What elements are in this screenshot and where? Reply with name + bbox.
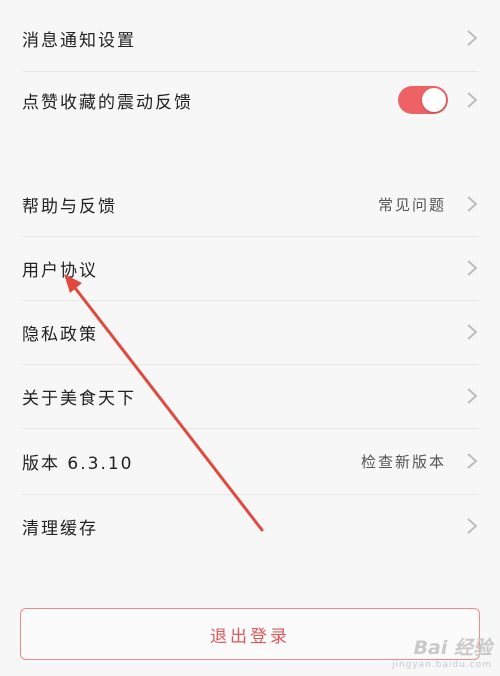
chevron-right-icon [467,196,478,212]
settings-item-label: 帮助与反馈 [22,196,117,217]
watermark: Bai 经验 jingyan.baidu.com [392,633,492,670]
divider [22,364,478,365]
settings-item-value: 常见问题 [377,195,446,214]
divider [22,300,478,301]
settings-item-label: 用户协议 [22,260,98,281]
settings-item-label: 版本 6.3.10 [22,453,134,474]
divider [22,494,478,495]
settings-item-label: 消息通知设置 [22,30,136,51]
chevron-right-icon [467,453,478,469]
settings-item-version[interactable]: 版本 6.3.10 检查新版本 [0,437,500,485]
settings-item-clear-cache[interactable]: 清理缓存 [0,502,500,550]
settings-item-help-feedback[interactable]: 帮助与反馈 常见问题 [0,180,500,228]
chevron-right-icon [467,260,478,276]
settings-item-label: 关于美食天下 [22,388,136,409]
settings-item-notifications[interactable]: 消息通知设置 [0,14,500,62]
settings-item-about[interactable]: 关于美食天下 [0,372,500,420]
settings-item-vibration-feedback: 点赞收藏的震动反馈 [0,76,500,124]
settings-item-privacy-policy[interactable]: 隐私政策 [0,308,500,356]
chevron-right-icon [467,518,478,534]
watermark-url: jingyan.baidu.com [391,660,492,670]
chevron-right-icon [467,388,478,404]
chevron-right-icon [467,92,478,108]
settings-item-value: 检查新版本 [360,452,446,471]
settings-item-label: 清理缓存 [22,518,98,539]
toggle-knob [422,88,446,112]
vibration-toggle[interactable] [398,86,448,114]
divider [22,236,478,237]
settings-item-label: 隐私政策 [22,324,98,345]
divider [22,71,478,72]
watermark-brand: Bai 经验 [413,637,492,659]
divider [22,428,478,429]
settings-item-user-agreement[interactable]: 用户协议 [0,244,500,292]
settings-item-label: 点赞收藏的震动反馈 [22,92,193,113]
chevron-right-icon [467,30,478,46]
chevron-right-icon [467,324,478,340]
logout-label: 退出登录 [210,626,290,647]
